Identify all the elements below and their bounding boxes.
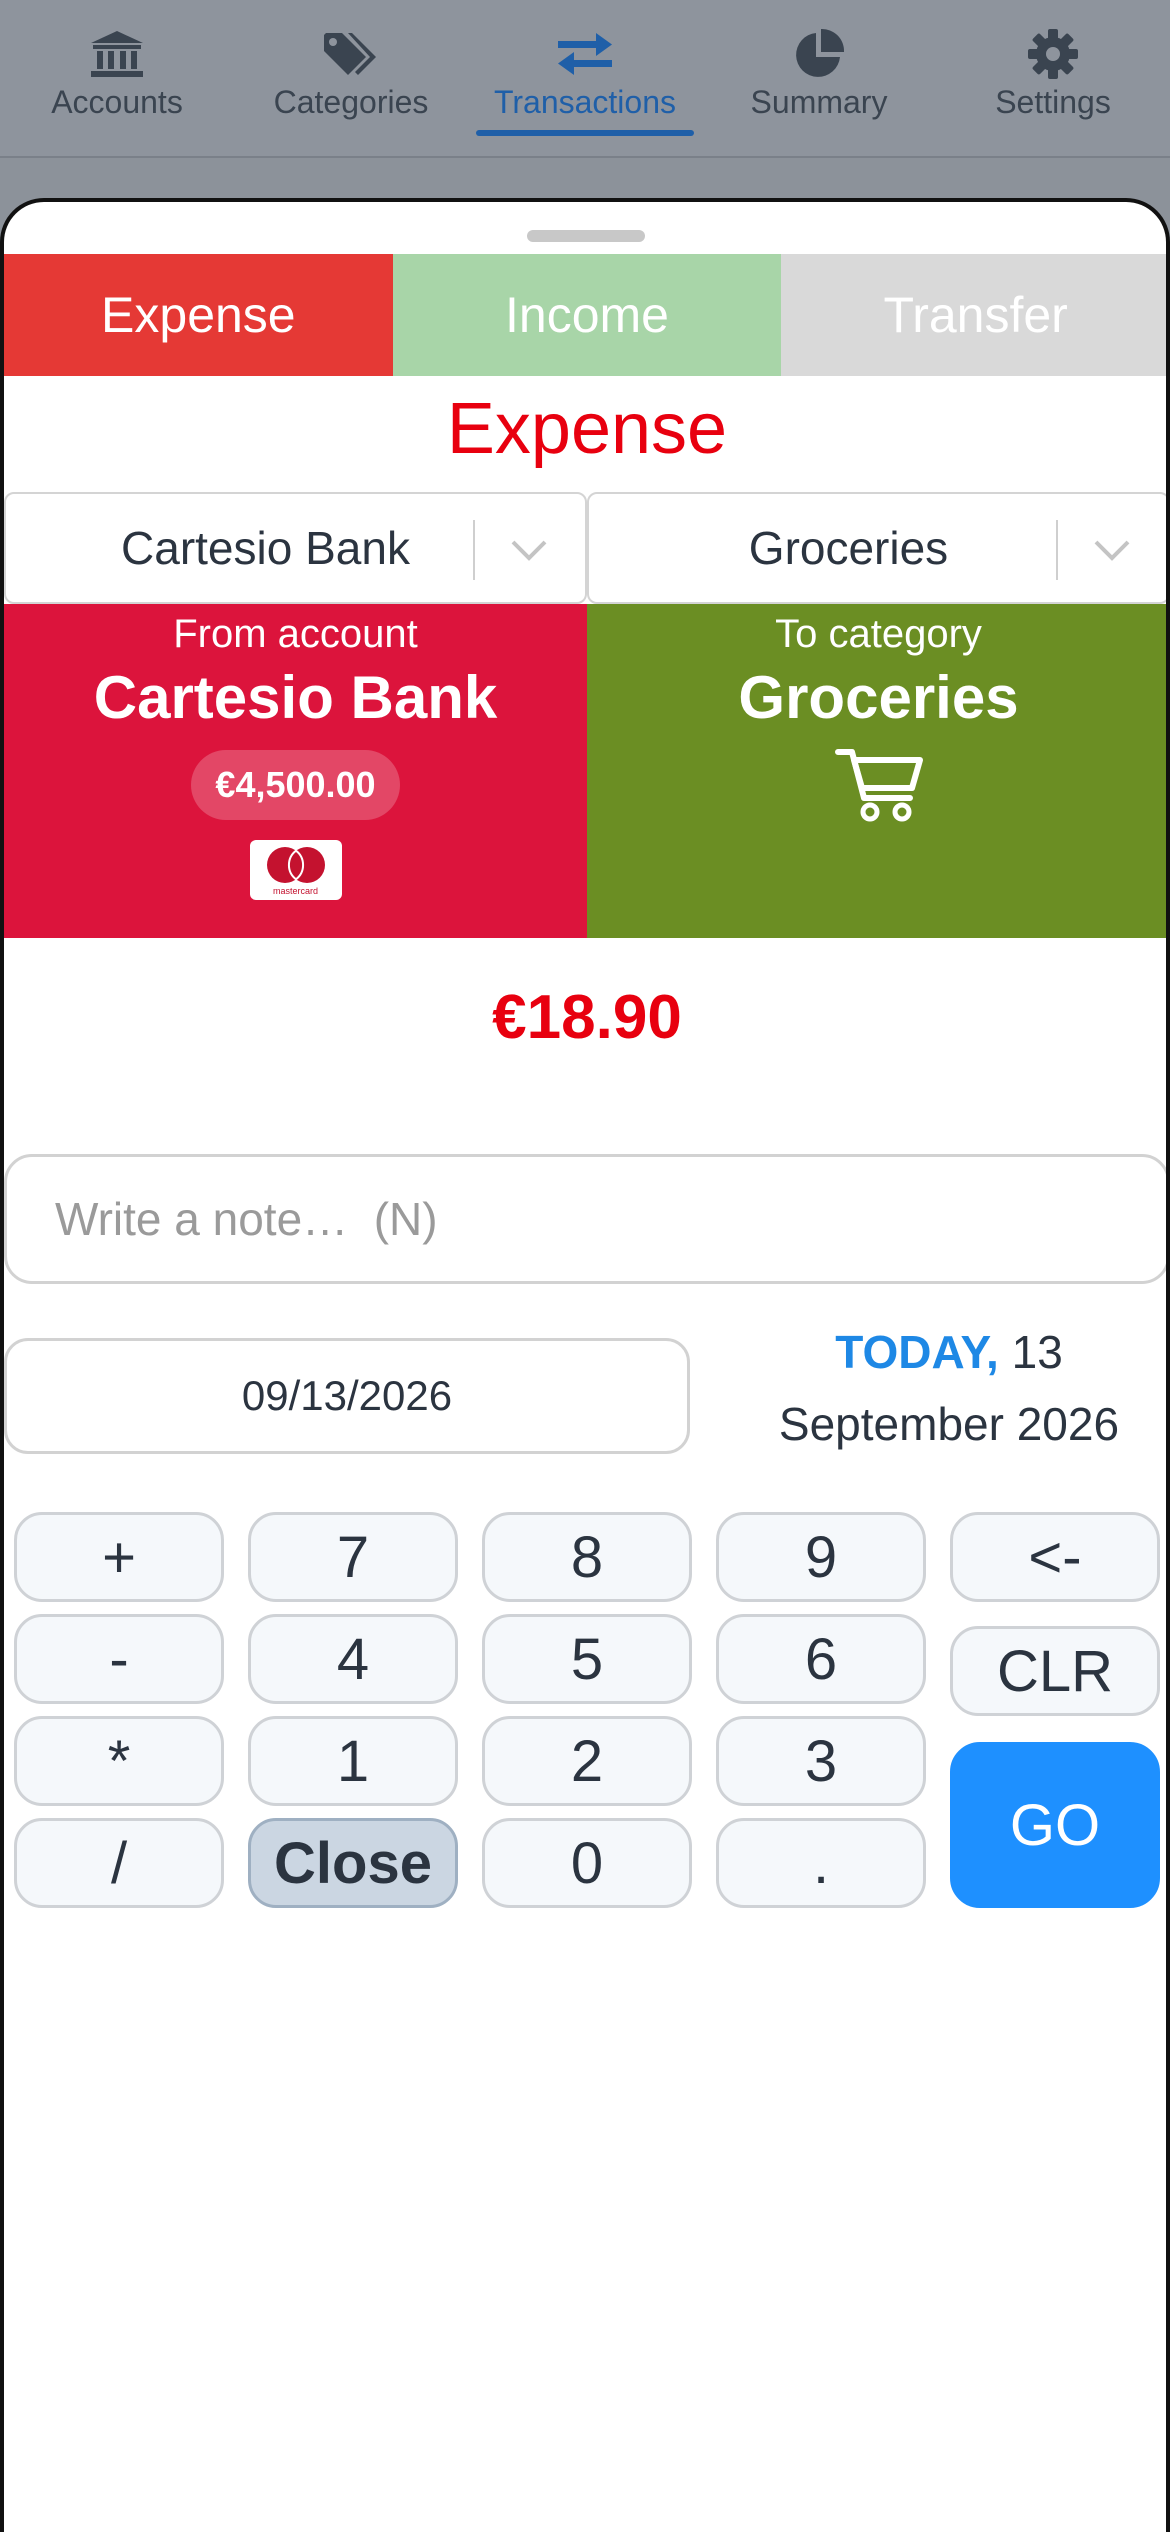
date-display: TODAY, 13 September 2026 bbox=[704, 1316, 1166, 1460]
date-month-year: September 2026 bbox=[778, 1398, 1120, 1450]
to-category-card[interactable]: To category Groceries bbox=[587, 604, 1166, 938]
nav-label-categories: Categories bbox=[273, 84, 429, 120]
transfer-arrows-icon bbox=[554, 26, 616, 82]
note-input[interactable] bbox=[4, 1154, 1166, 1284]
today-label: TODAY, bbox=[835, 1326, 999, 1378]
tab-transfer[interactable]: Transfer bbox=[781, 254, 1166, 376]
bank-icon bbox=[86, 26, 148, 82]
date-input[interactable]: 09/13/2026 bbox=[4, 1338, 690, 1454]
account-category-cards: From account Cartesio Bank €4,500.00 mas… bbox=[4, 604, 1166, 938]
nav-item-transactions[interactable]: Transactions bbox=[468, 0, 702, 156]
mastercard-icon: mastercard bbox=[249, 840, 342, 900]
key-2[interactable]: 2 bbox=[482, 1716, 692, 1806]
to-category-subtitle: To category bbox=[775, 612, 982, 656]
select-separator bbox=[1056, 520, 1058, 580]
key-3[interactable]: 3 bbox=[716, 1716, 926, 1806]
nav-item-categories[interactable]: Categories bbox=[234, 0, 468, 156]
go-button[interactable]: GO bbox=[950, 1742, 1160, 1908]
nav-label-transactions: Transactions bbox=[494, 84, 676, 120]
from-account-name: Cartesio Bank bbox=[93, 664, 498, 731]
from-account-card[interactable]: From account Cartesio Bank €4,500.00 mas… bbox=[4, 604, 587, 938]
key-plus[interactable]: + bbox=[14, 1512, 224, 1602]
nav-label-settings: Settings bbox=[995, 84, 1111, 120]
chevron-down-icon[interactable] bbox=[1086, 530, 1138, 570]
key-7[interactable]: 7 bbox=[248, 1512, 458, 1602]
key-divide[interactable]: / bbox=[14, 1818, 224, 1908]
tags-icon bbox=[320, 26, 382, 82]
active-tab-indicator bbox=[476, 130, 694, 136]
to-category-name: Groceries bbox=[738, 664, 1019, 731]
key-6[interactable]: 6 bbox=[716, 1614, 926, 1704]
close-button[interactable]: Close bbox=[248, 1818, 458, 1908]
selector-row: Cartesio Bank Groceries bbox=[4, 492, 1166, 604]
pie-chart-icon bbox=[788, 26, 850, 82]
nav-item-summary[interactable]: Summary bbox=[702, 0, 936, 156]
category-select-value: Groceries bbox=[748, 522, 949, 574]
nav-item-settings[interactable]: Settings bbox=[936, 0, 1170, 156]
nav-label-summary: Summary bbox=[750, 84, 888, 120]
key-multiply[interactable]: * bbox=[14, 1716, 224, 1806]
key-0[interactable]: 0 bbox=[482, 1818, 692, 1908]
nav-label-accounts: Accounts bbox=[51, 84, 183, 120]
transaction-amount: €18.90 bbox=[492, 983, 682, 1052]
key-backspace[interactable]: <- bbox=[950, 1512, 1160, 1602]
select-separator bbox=[473, 520, 475, 580]
account-select-value: Cartesio Bank bbox=[121, 522, 410, 574]
gear-icon bbox=[1022, 26, 1084, 82]
mastercard-logo-text: mastercard bbox=[272, 885, 318, 896]
key-9[interactable]: 9 bbox=[716, 1512, 926, 1602]
category-select[interactable]: Groceries bbox=[587, 492, 1166, 604]
transaction-type-tabs: Expense Income Transfer bbox=[4, 254, 1166, 376]
key-1[interactable]: 1 bbox=[248, 1716, 458, 1806]
nav-item-accounts[interactable]: Accounts bbox=[0, 0, 234, 156]
key-5[interactable]: 5 bbox=[482, 1614, 692, 1704]
key-8[interactable]: 8 bbox=[482, 1512, 692, 1602]
key-4[interactable]: 4 bbox=[248, 1614, 458, 1704]
transaction-type-title: Expense bbox=[446, 389, 728, 469]
top-navigation: Accounts Categories Transactions Summary… bbox=[0, 0, 1170, 158]
key-clear[interactable]: CLR bbox=[950, 1626, 1160, 1716]
transaction-sheet: Expense Income Transfer Expense Cartesio… bbox=[0, 198, 1170, 2532]
account-select[interactable]: Cartesio Bank bbox=[4, 492, 587, 604]
from-account-subtitle: From account bbox=[173, 612, 418, 656]
account-balance-badge: €4,500.00 bbox=[191, 750, 400, 820]
shopping-cart-icon bbox=[834, 746, 924, 826]
tab-expense[interactable]: Expense bbox=[4, 254, 393, 376]
tab-income[interactable]: Income bbox=[392, 254, 782, 376]
key-minus[interactable]: - bbox=[14, 1614, 224, 1704]
sheet-grabber[interactable] bbox=[527, 230, 645, 242]
chevron-down-icon[interactable] bbox=[503, 530, 555, 570]
key-decimal[interactable]: . bbox=[716, 1818, 926, 1908]
date-day: 13 bbox=[1011, 1326, 1063, 1378]
